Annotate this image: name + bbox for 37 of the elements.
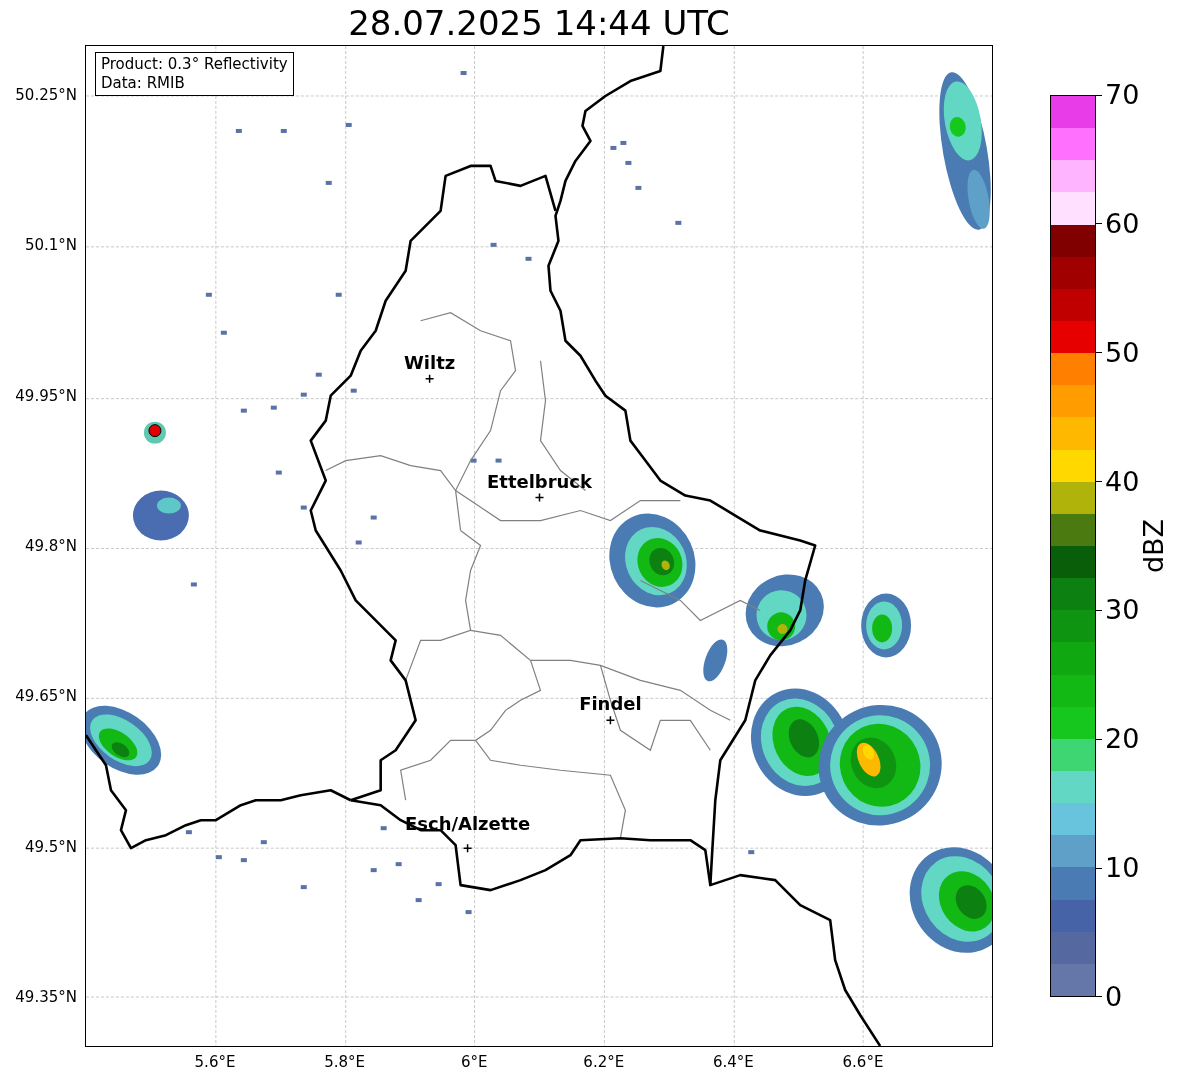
longitude-label: 5.8°E (323, 1053, 366, 1071)
place-label: Ettelbruck (487, 470, 592, 492)
info-text: Data: RMIB (101, 74, 186, 93)
radar-site-marker (143, 421, 166, 444)
place-marker-icon (534, 492, 545, 503)
latitude-label: 49.5°N (24, 837, 77, 856)
colorbar-tick-label: 20 (1105, 725, 1140, 754)
place-marker-icon (462, 843, 473, 853)
place-marker-icon (605, 715, 616, 726)
radar-echo (132, 490, 189, 541)
chart-title: 28.07.2025 14:44 UTC (348, 2, 730, 43)
colorbar-tick-label: 10 (1105, 854, 1140, 883)
radar-echo (861, 593, 912, 658)
colorbar-tick-label: 70 (1105, 81, 1140, 109)
latitude-label: 49.8°N (24, 537, 77, 555)
place-label: Wiltz (404, 351, 456, 373)
colorbar-label: dBZ (1139, 518, 1170, 574)
latitude-label: 49.65°N (15, 687, 77, 706)
colorbar-tick-label: 0 (1105, 982, 1123, 1011)
colorbar-tick-label: 50 (1105, 338, 1140, 367)
place-marker-icon (424, 373, 435, 384)
info-text: Product: 0.3° Reflectivity (101, 55, 288, 74)
latitude-label: 49.35°N (15, 987, 77, 1006)
latitude-label: 49.95°N (15, 386, 77, 405)
longitude-label: 6.6°E (841, 1053, 885, 1071)
longitude-label: 5.6°E (193, 1053, 237, 1071)
place-label: Esch/Alzette (405, 813, 531, 835)
radar-echo (703, 639, 728, 682)
colorbar-tick-label: 40 (1105, 467, 1140, 496)
longitude-label: 6.2°E (582, 1053, 626, 1071)
colorbar-tick-label: 30 (1105, 596, 1140, 625)
latitude-label: 50.25°N (15, 86, 77, 104)
longitude-label: 6°E (459, 1053, 489, 1071)
longitude-label: 6.4°E (711, 1053, 755, 1071)
latitude-label: 50.1°N (24, 236, 77, 255)
place-label: Findel (579, 693, 642, 715)
colorbar-tick-label: 60 (1105, 209, 1140, 238)
